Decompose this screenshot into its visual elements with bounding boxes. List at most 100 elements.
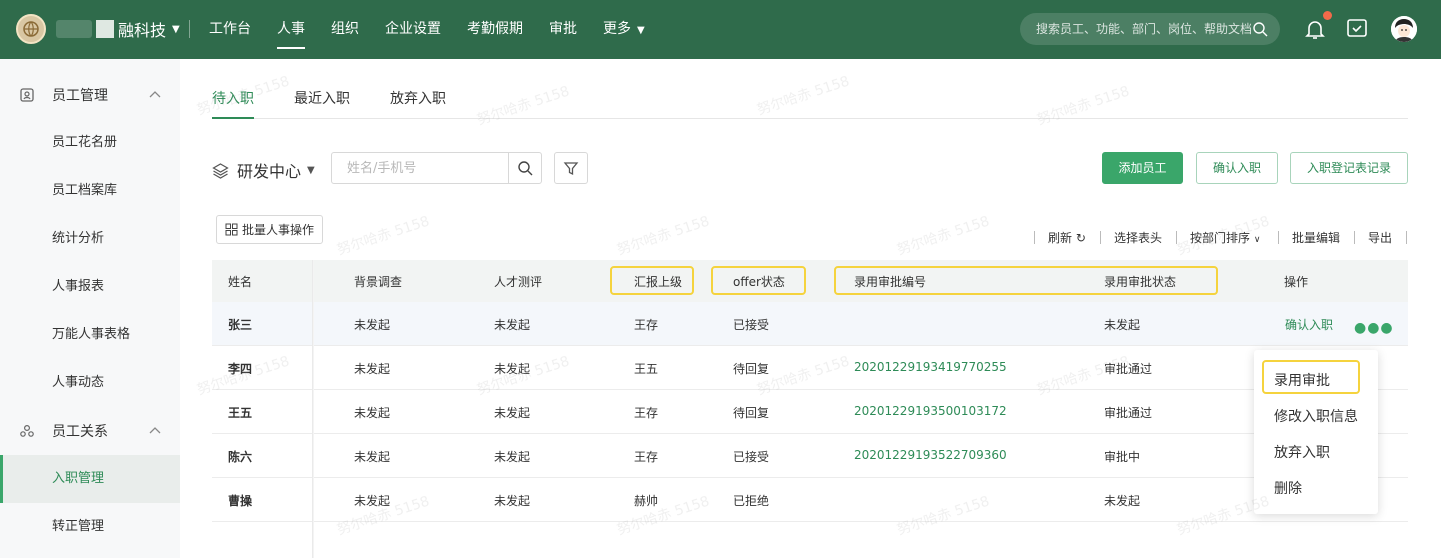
sidebar-group-employee-mgmt[interactable]: 员工管理 <box>0 71 180 119</box>
chevron-down-icon: ▼ <box>307 164 315 176</box>
sidebar-item-hr-activity[interactable]: 人事动态 <box>0 359 180 407</box>
company-switcher[interactable]: 融科技 ▼ <box>56 18 180 40</box>
sidebar-item-onboarding[interactable]: 入职管理 <box>0 455 180 503</box>
onboard-records-button[interactable]: 入职登记表记录 <box>1290 152 1408 184</box>
cell-talent-test: 未发起 <box>494 450 531 464</box>
cell-approval-status: 审批通过 <box>1104 362 1153 376</box>
confirm-onboard-button[interactable]: 确认入职 <box>1196 152 1278 184</box>
sidebar-group-employee-relations[interactable]: 员工关系 <box>0 407 180 455</box>
sort-by-dept-button[interactable]: 按部门排序 ∨ <box>1190 229 1260 246</box>
sidebar-item-probation[interactable]: 转正管理 <box>0 503 180 551</box>
sort-by-dept-label: 按部门排序 <box>1190 231 1251 245</box>
col-name: 姓名 <box>228 275 253 289</box>
batch-edit-button[interactable]: 批量编辑 <box>1292 229 1340 246</box>
id-card-icon <box>20 88 34 102</box>
menu-item-delete[interactable]: 删除 <box>1274 478 1302 498</box>
add-employee-button[interactable]: 添加员工 <box>1102 152 1183 184</box>
nav-org[interactable]: 组织 <box>318 0 372 59</box>
cell-approval-no[interactable]: 20201229193500103172 <box>854 404 1007 418</box>
nav-workbench[interactable]: 工作台 <box>196 0 264 59</box>
confirm-onboard-link[interactable]: 确认入职 <box>1285 316 1333 333</box>
sidebar-item-reports[interactable]: 人事报表 <box>0 263 180 311</box>
filter-button[interactable] <box>554 152 588 184</box>
nav-attendance[interactable]: 考勤假期 <box>454 0 536 59</box>
global-search-input[interactable]: 搜索员工、功能、部门、岗位、帮助文档 <box>1020 13 1280 45</box>
table-row[interactable]: 王五 未发起 未发起 王存 待回复 20201229193500103172 审… <box>212 390 1408 434</box>
chevron-down-icon: ∨ <box>1253 235 1261 245</box>
cell-approval-no[interactable]: 20201229193419770255 <box>854 360 1007 374</box>
highlight-box-manager <box>610 266 694 295</box>
more-actions-icon[interactable]: ●●● <box>1354 320 1394 336</box>
cell-talent-test: 未发起 <box>494 406 531 420</box>
sidebar-item-universal-table[interactable]: 万能人事表格 <box>0 311 180 359</box>
name-phone-search-input[interactable] <box>331 152 509 184</box>
cell-talent-test: 未发起 <box>494 362 531 376</box>
nav-approval[interactable]: 审批 <box>536 0 590 59</box>
top-nav: 工作台 人事 组织 企业设置 考勤假期 审批 更多 ▼ <box>196 0 658 59</box>
cell-talent-test: 未发起 <box>494 318 531 332</box>
company-name-redacted <box>56 20 92 38</box>
search-button[interactable] <box>508 152 542 184</box>
bell-icon[interactable] <box>1303 17 1327 41</box>
layers-icon <box>212 162 229 179</box>
table-row[interactable]: 张三 未发起 未发起 王存 已接受 未发起 确认入职 <box>212 302 1408 346</box>
company-name-redacted-square <box>96 20 114 38</box>
watermark: 努尔哈赤 5158 <box>335 213 432 259</box>
table-toolbar: 刷新 ↻ 选择表头 按部门排序 ∨ 批量编辑 导出 <box>1030 229 1410 245</box>
tab-abandoned[interactable]: 放弃入职 <box>390 88 446 108</box>
menu-item-abandon-onboard[interactable]: 放弃入职 <box>1274 442 1330 462</box>
nav-settings[interactable]: 企业设置 <box>372 0 454 59</box>
col-actions: 操作 <box>1284 275 1309 289</box>
nav-more[interactable]: 更多 ▼ <box>590 0 658 59</box>
batch-ops-label: 批量人事操作 <box>241 223 314 237</box>
tab-pending[interactable]: 待入职 <box>212 88 254 119</box>
table-row[interactable]: 曹操 未发起 未发起 赫帅 已拒绝 未发起 <box>212 478 1408 522</box>
filter-icon <box>563 162 579 176</box>
todo-check-icon[interactable] <box>1345 17 1369 41</box>
select-columns-button[interactable]: 选择表头 <box>1114 229 1162 246</box>
menu-item-edit-onboard[interactable]: 修改入职信息 <box>1274 406 1358 426</box>
cell-bg-check: 未发起 <box>354 318 391 332</box>
nav-hr[interactable]: 人事 <box>264 0 318 59</box>
department-selector[interactable]: 研发中心 ▼ <box>212 158 315 182</box>
cell-approval-status: 审批中 <box>1104 450 1141 464</box>
cell-bg-check: 未发起 <box>354 362 391 376</box>
cell-approval-status: 未发起 <box>1104 318 1141 332</box>
table-row[interactable]: 陈六 未发起 未发起 王存 已接受 20201229193522709360 审… <box>212 434 1408 478</box>
cell-offer-status: 已拒绝 <box>733 494 770 508</box>
cell-talent-test: 未发起 <box>494 494 531 508</box>
cell-approval-status: 审批通过 <box>1104 406 1153 420</box>
divider <box>1406 231 1407 244</box>
sidebar-group-label: 员工关系 <box>52 424 108 440</box>
department-label: 研发中心 <box>237 162 302 181</box>
export-button[interactable]: 导出 <box>1368 229 1392 246</box>
cell-approval-status: 未发起 <box>1104 494 1141 508</box>
avatar[interactable] <box>1391 16 1417 42</box>
cell-name: 曹操 <box>228 494 253 508</box>
highlight-box-offer <box>711 266 806 295</box>
refresh-label: 刷新 <box>1048 231 1073 245</box>
table-row[interactable]: 李四 未发起 未发起 王五 待回复 20201229193419770255 审… <box>212 346 1408 390</box>
watermark: 努尔哈赤 5158 <box>615 213 712 259</box>
table-header: 姓名 背景调查 人才测评 汇报上级 offer状态 录用审批编号 录用审批状态 … <box>212 260 1408 302</box>
sidebar-item-roster[interactable]: 员工花名册 <box>0 119 180 167</box>
cell-manager: 王存 <box>634 406 659 420</box>
batch-ops-button[interactable]: 批量人事操作 <box>216 215 323 244</box>
refresh-button[interactable]: 刷新 ↻ <box>1048 229 1086 246</box>
cell-offer-status: 已接受 <box>733 450 770 464</box>
search-icon[interactable] <box>1252 21 1268 37</box>
sidebar-item-archive[interactable]: 员工档案库 <box>0 167 180 215</box>
chevron-up-icon <box>149 91 161 98</box>
tab-recent[interactable]: 最近入职 <box>294 88 350 108</box>
cell-approval-no[interactable]: 20201229193522709360 <box>854 448 1007 462</box>
cell-manager: 王存 <box>634 450 659 464</box>
sidebar: 员工管理 员工花名册 员工档案库 统计分析 人事报表 万能人事表格 人事动态 员… <box>0 59 180 558</box>
people-icon <box>20 424 34 437</box>
cell-manager: 王五 <box>634 362 659 376</box>
notification-dot <box>1323 11 1332 20</box>
highlight-box-approval <box>834 266 1218 295</box>
cell-name: 陈六 <box>228 450 253 464</box>
grid-icon <box>225 223 238 236</box>
company-logo-icon[interactable] <box>16 14 46 44</box>
sidebar-item-stats[interactable]: 统计分析 <box>0 215 180 263</box>
